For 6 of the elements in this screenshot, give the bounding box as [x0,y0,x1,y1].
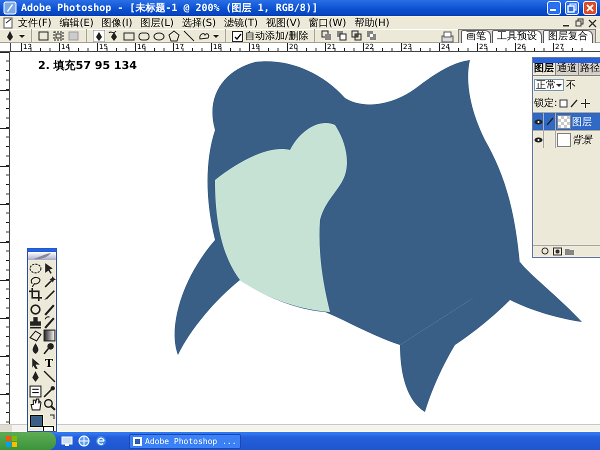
lock-label: 锁定: [534,96,558,110]
opacity-label: 不 [566,79,576,92]
layer-name: 图层 [572,116,592,128]
canvas-caption: 2. 填充57 95 134 [38,58,137,73]
layer-name: 背景 [572,134,592,146]
window-title: Adobe Photoshop - [未标题-1 @ 200% (图层 1, RGB/8)] [21,2,319,15]
